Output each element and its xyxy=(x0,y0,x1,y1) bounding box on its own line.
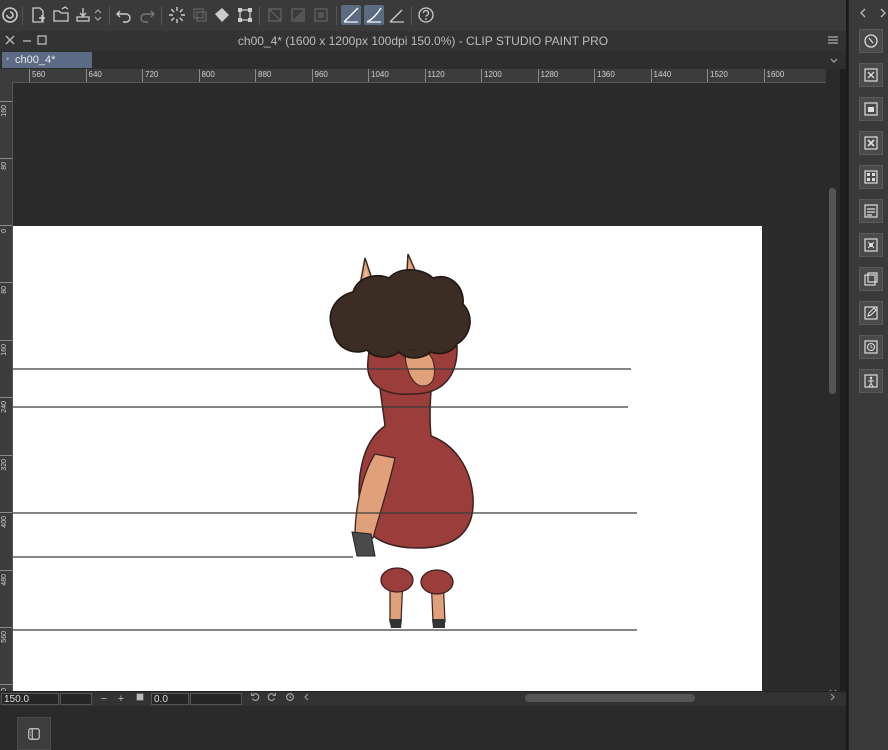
ruler-label: 1120 xyxy=(424,69,445,82)
panel-menu-icon[interactable] xyxy=(826,33,840,47)
ruler-label: 1440 xyxy=(650,69,671,82)
rotation-slider[interactable] xyxy=(190,693,242,705)
snap-grid-icon[interactable] xyxy=(387,5,407,25)
ruler-label: 1520 xyxy=(707,69,728,82)
navigator-icon[interactable] xyxy=(859,29,883,53)
ruler-label: 960 xyxy=(311,69,328,82)
zoom-field[interactable]: 150.0 xyxy=(1,693,59,705)
rotate-right-icon[interactable] xyxy=(265,692,279,706)
canvas-workspace[interactable] xyxy=(13,83,826,691)
copy-icon[interactable] xyxy=(190,5,210,25)
fit-view-icon[interactable] xyxy=(133,692,147,706)
horizontal-ruler: 560 640 720 800 880 960 1040 1120 1200 1280 1360 14… xyxy=(12,69,826,83)
ruler-label: 80 xyxy=(0,158,12,199)
rotate-left-icon[interactable] xyxy=(248,692,262,706)
save-options-chevron-icon[interactable] xyxy=(92,5,104,25)
border-icon[interactable] xyxy=(311,5,331,25)
help-icon[interactable] xyxy=(416,5,436,25)
collapse-panel-icon[interactable] xyxy=(857,6,869,18)
ruler-label: 160 xyxy=(0,340,12,381)
window-title: ch00_4* (1600 x 1200px 100dpi 150.0%) - … xyxy=(237,34,609,48)
save-file-icon[interactable] xyxy=(73,5,93,25)
expand-panel-icon[interactable] xyxy=(877,6,888,18)
ruler-label: 0 xyxy=(0,225,12,266)
history-icon[interactable] xyxy=(859,335,883,359)
status-bar: 150.0 − + 0.0 xyxy=(0,691,846,707)
snap-special-ruler-icon[interactable] xyxy=(364,5,384,25)
ruler-label: 160 xyxy=(0,101,12,142)
title-bar: ch00_4* (1600 x 1200px 100dpi 150.0%) - … xyxy=(0,31,846,51)
scroll-down-icon[interactable] xyxy=(828,683,838,694)
llama-illustration xyxy=(13,253,637,631)
tab-label: ch00_4* xyxy=(15,54,56,66)
ruler-label: 240 xyxy=(0,397,12,438)
rotation-field[interactable]: 0.0 xyxy=(151,693,189,705)
horizontal-scroll-thumb[interactable] xyxy=(525,694,695,702)
ruler-label: 480 xyxy=(0,570,12,611)
edit-icon[interactable] xyxy=(859,301,883,325)
layer-property-icon[interactable] xyxy=(859,97,883,121)
vertical-scroll-thumb[interactable] xyxy=(829,188,836,394)
redo-icon[interactable] xyxy=(137,5,157,25)
fill-icon[interactable] xyxy=(212,5,232,25)
ruler-label: 1200 xyxy=(481,69,502,82)
ruler-label: 1040 xyxy=(368,69,389,82)
tool-property-icon[interactable] xyxy=(859,199,883,223)
tab-ch00-4[interactable]: • ch00_4* xyxy=(2,52,92,68)
ruler-label: 320 xyxy=(0,455,12,496)
open-file-icon[interactable] xyxy=(51,5,71,25)
ruler-label: 560 xyxy=(0,627,12,668)
document-tab-bar: • ch00_4* xyxy=(0,51,846,70)
loading-spinner-icon[interactable] xyxy=(167,5,187,25)
ruler-label: 640 xyxy=(0,684,12,691)
ruler-label: 880 xyxy=(255,69,271,82)
ruler-corner xyxy=(0,69,12,82)
vertical-ruler: 160 80 0 80 160 240 320 400 480 560 640 xyxy=(0,82,13,691)
reset-rotation-icon[interactable] xyxy=(283,692,297,706)
panel-toggle-icon xyxy=(28,727,40,740)
animation-icon[interactable] xyxy=(859,369,883,393)
new-file-icon[interactable] xyxy=(28,5,48,25)
layer-icon[interactable] xyxy=(859,267,883,291)
bottom-panel xyxy=(0,706,846,750)
ruler-label: 800 xyxy=(198,69,215,82)
sub-view-icon[interactable] xyxy=(859,233,883,257)
ruler-label: 720 xyxy=(142,69,158,82)
scroll-right-icon[interactable] xyxy=(826,692,840,706)
snap-ruler-icon[interactable] xyxy=(341,5,361,25)
ruler-label: 1280 xyxy=(537,69,558,82)
panel-toggle-button[interactable] xyxy=(17,717,51,750)
material-icon[interactable] xyxy=(859,165,883,189)
delete-icon[interactable] xyxy=(859,131,883,155)
canvas-paper[interactable] xyxy=(13,226,762,691)
invert-selection-icon[interactable] xyxy=(288,5,308,25)
zoom-in-button[interactable]: + xyxy=(114,692,128,706)
ruler-label: 640 xyxy=(85,69,102,82)
close-panel-icon[interactable] xyxy=(859,63,883,87)
transform-icon[interactable] xyxy=(235,5,255,25)
tab-dot-icon: • xyxy=(6,54,10,64)
right-icon-panel xyxy=(848,0,888,750)
zoom-out-button[interactable]: − xyxy=(97,692,111,706)
deselect-icon[interactable] xyxy=(265,5,285,25)
main-toolbar xyxy=(0,0,846,32)
ruler-label: 80 xyxy=(0,282,12,323)
ruler-label: 1360 xyxy=(594,69,615,82)
ruler-label: 400 xyxy=(0,512,12,553)
ruler-label: 1600 xyxy=(763,69,784,82)
undo-icon[interactable] xyxy=(114,5,134,25)
zoom-slider[interactable] xyxy=(60,693,92,705)
ruler-label: 560 xyxy=(29,69,45,82)
clip-studio-icon[interactable] xyxy=(0,5,20,25)
tab-list-chevron-icon[interactable] xyxy=(828,53,840,65)
scroll-left-icon[interactable] xyxy=(299,692,313,706)
